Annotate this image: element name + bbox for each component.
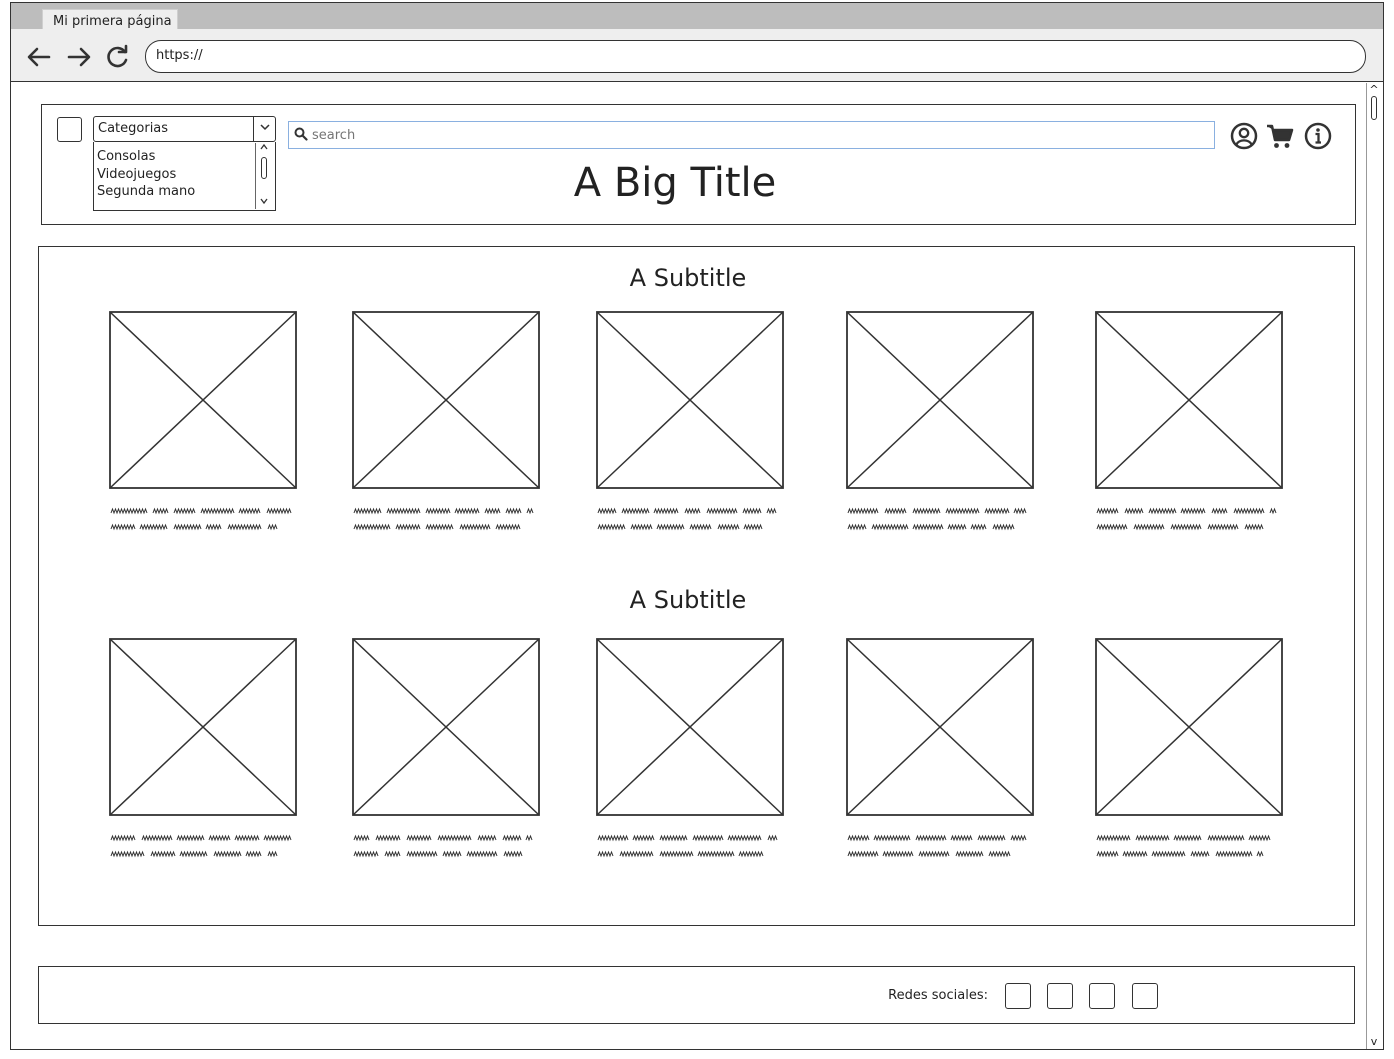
arrow-left-icon xyxy=(27,47,51,67)
product-description xyxy=(110,834,292,858)
image-placeholder-icon xyxy=(352,311,540,489)
categories-dropdown-label: Categorias xyxy=(98,121,169,136)
categories-dropdown[interactable]: Categorias xyxy=(93,116,276,142)
product-card[interactable] xyxy=(352,311,540,541)
product-description xyxy=(847,834,1027,858)
search-icon xyxy=(294,127,308,141)
product-description xyxy=(847,507,1027,531)
scroll-up-icon[interactable]: ^ xyxy=(1366,83,1382,97)
image-placeholder-icon xyxy=(109,311,297,489)
url-bar[interactable]: https:// xyxy=(145,40,1366,73)
arrow-right-icon xyxy=(67,47,91,67)
section-subtitle: A Subtitle xyxy=(629,264,747,292)
product-card[interactable] xyxy=(846,311,1034,541)
tab-bar xyxy=(11,3,1383,29)
page-scrollbar[interactable] xyxy=(1366,83,1382,1049)
scroll-thumb[interactable] xyxy=(1371,96,1377,120)
scroll-down-icon[interactable]: v xyxy=(1366,1035,1382,1049)
image-placeholder-icon xyxy=(1095,638,1283,816)
page-title: A Big Title xyxy=(573,160,777,206)
menu-checkbox[interactable] xyxy=(57,117,82,142)
forward-button[interactable] xyxy=(65,44,93,70)
info-icon[interactable] xyxy=(1303,121,1333,151)
chevron-up-icon[interactable] xyxy=(256,143,272,155)
cart-icon[interactable] xyxy=(1265,121,1295,151)
product-description xyxy=(597,834,778,858)
product-card[interactable] xyxy=(1095,311,1283,541)
product-description xyxy=(353,507,534,531)
section-subtitle: A Subtitle xyxy=(629,586,747,614)
image-placeholder-icon xyxy=(109,638,297,816)
category-item-consolas[interactable]: Consolas xyxy=(97,148,155,166)
user-icon[interactable] xyxy=(1229,121,1259,151)
reload-button[interactable] xyxy=(104,44,132,70)
image-placeholder-icon xyxy=(1095,311,1283,489)
reload-icon xyxy=(107,44,128,68)
product-description xyxy=(1096,507,1277,531)
product-card[interactable] xyxy=(109,311,297,541)
image-placeholder-icon xyxy=(596,638,784,816)
category-item-segunda-mano[interactable]: Segunda mano xyxy=(97,183,195,201)
product-card[interactable] xyxy=(846,638,1034,868)
chevron-down-icon[interactable] xyxy=(253,117,275,141)
image-placeholder-icon xyxy=(352,638,540,816)
product-description xyxy=(597,507,777,531)
social-button[interactable] xyxy=(1089,983,1115,1009)
image-placeholder-icon xyxy=(846,638,1034,816)
search-input[interactable] xyxy=(312,123,1202,147)
product-description xyxy=(353,834,533,858)
categories-list-thumb[interactable] xyxy=(261,157,267,179)
social-label: Redes sociales: xyxy=(888,988,988,1003)
image-placeholder-icon xyxy=(596,311,784,489)
product-card[interactable] xyxy=(109,638,297,868)
back-button[interactable] xyxy=(25,44,53,70)
product-description xyxy=(110,507,292,531)
product-card[interactable] xyxy=(1095,638,1283,868)
product-card[interactable] xyxy=(352,638,540,868)
social-button[interactable] xyxy=(1047,983,1073,1009)
product-card[interactable] xyxy=(596,638,784,868)
social-button[interactable] xyxy=(1005,983,1031,1009)
chevron-down-icon[interactable] xyxy=(256,197,272,209)
social-button[interactable] xyxy=(1132,983,1158,1009)
category-item-videojuegos[interactable]: Videojuegos xyxy=(97,166,176,184)
product-description xyxy=(1096,834,1271,858)
image-placeholder-icon xyxy=(846,311,1034,489)
product-card[interactable] xyxy=(596,311,784,541)
